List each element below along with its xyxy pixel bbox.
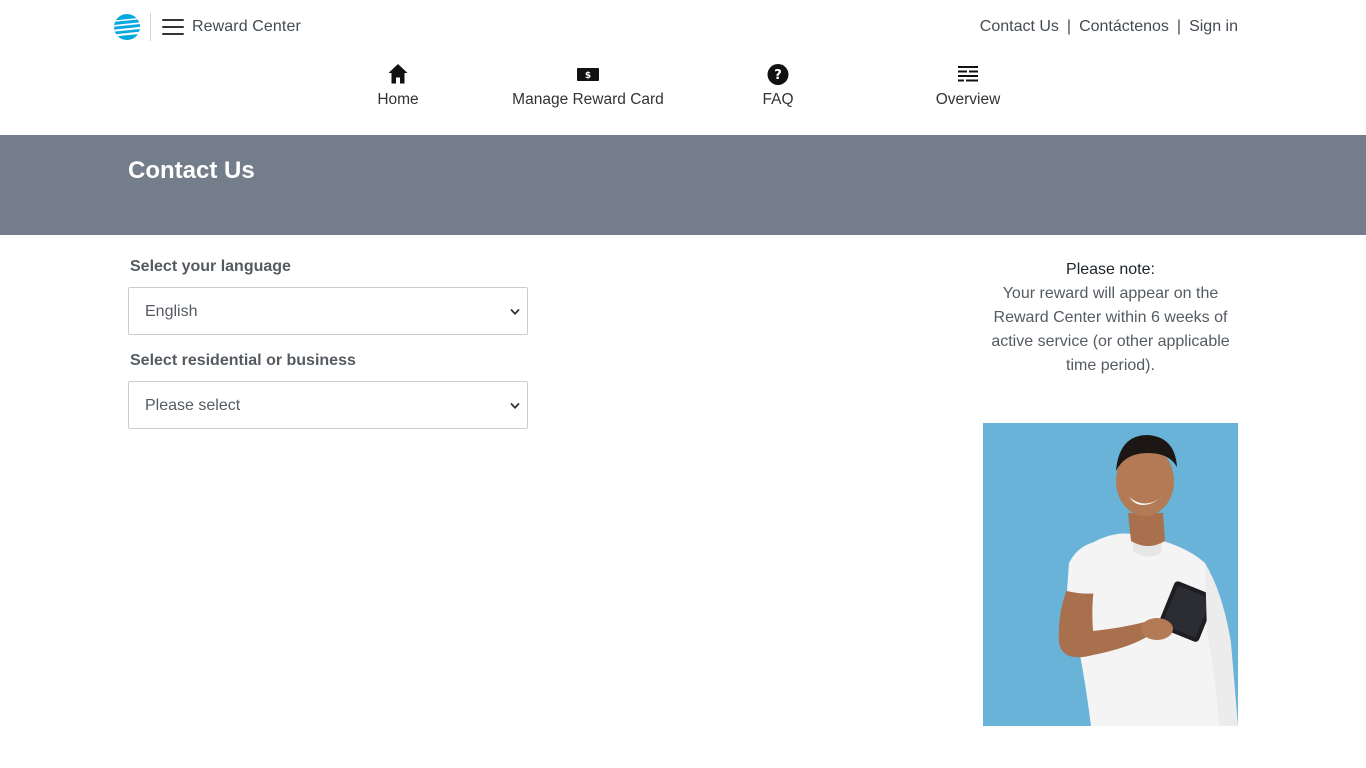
note-body: Your reward will appear on the Reward Ce… bbox=[991, 285, 1230, 374]
nav-item-home[interactable]: Home bbox=[376, 62, 420, 109]
utility-separator: | bbox=[1176, 18, 1182, 35]
utility-links: Contact Us | Contáctenos | Sign in bbox=[980, 18, 1238, 36]
dollar-card-icon: $ bbox=[577, 68, 599, 81]
nav-label-faq: FAQ bbox=[762, 91, 794, 108]
question-circle-icon: ? bbox=[767, 64, 789, 85]
contactenos-link[interactable]: Contáctenos bbox=[1079, 18, 1169, 36]
brand-area: Reward Center bbox=[113, 12, 301, 42]
sign-in-link[interactable]: Sign in bbox=[1189, 18, 1238, 36]
brand-divider bbox=[150, 13, 151, 41]
account-type-select[interactable]: Please select bbox=[128, 381, 528, 429]
main-nav: Home $ Manage Reward Card ? FAQ Overview bbox=[0, 62, 1366, 122]
nav-item-manage-reward-card[interactable]: $ Manage Reward Card bbox=[512, 62, 664, 109]
account-type-selected-value: Please select bbox=[145, 397, 241, 414]
contact-us-link[interactable]: Contact Us bbox=[980, 18, 1059, 36]
svg-text:?: ? bbox=[774, 68, 782, 83]
please-note-panel: Please note: Your reward will appear on … bbox=[983, 258, 1238, 378]
nav-label-home: Home bbox=[377, 91, 419, 108]
list-lines-icon bbox=[958, 66, 978, 82]
language-select[interactable]: English bbox=[128, 287, 528, 335]
note-title: Please note: bbox=[1066, 261, 1155, 278]
language-selected-value: English bbox=[145, 303, 198, 320]
utility-separator: | bbox=[1066, 18, 1072, 35]
nav-item-faq[interactable]: ? FAQ bbox=[762, 62, 794, 109]
home-icon bbox=[388, 64, 408, 84]
language-label: Select your language bbox=[130, 258, 291, 275]
site-header: Reward Center Contact Us | Contáctenos |… bbox=[0, 0, 1366, 135]
account-type-label: Select residential or business bbox=[130, 352, 356, 369]
page-title: Contact Us bbox=[128, 157, 255, 184]
nav-item-overview[interactable]: Overview bbox=[934, 62, 1002, 109]
page-banner: Contact Us bbox=[0, 135, 1366, 235]
man-with-tablet-image bbox=[1058, 435, 1238, 726]
promo-photo bbox=[983, 423, 1238, 726]
hamburger-menu-icon[interactable] bbox=[162, 19, 184, 35]
nav-label-manage-reward-card: Manage Reward Card bbox=[512, 91, 664, 108]
nav-label-overview: Overview bbox=[935, 91, 1001, 108]
brand-label[interactable]: Reward Center bbox=[192, 18, 301, 36]
contact-form: Select your language English Select resi… bbox=[128, 258, 528, 429]
chevron-down-icon bbox=[510, 403, 520, 409]
svg-text:$: $ bbox=[585, 71, 591, 81]
att-globe-icon[interactable] bbox=[113, 13, 141, 41]
chevron-down-icon bbox=[510, 309, 520, 315]
